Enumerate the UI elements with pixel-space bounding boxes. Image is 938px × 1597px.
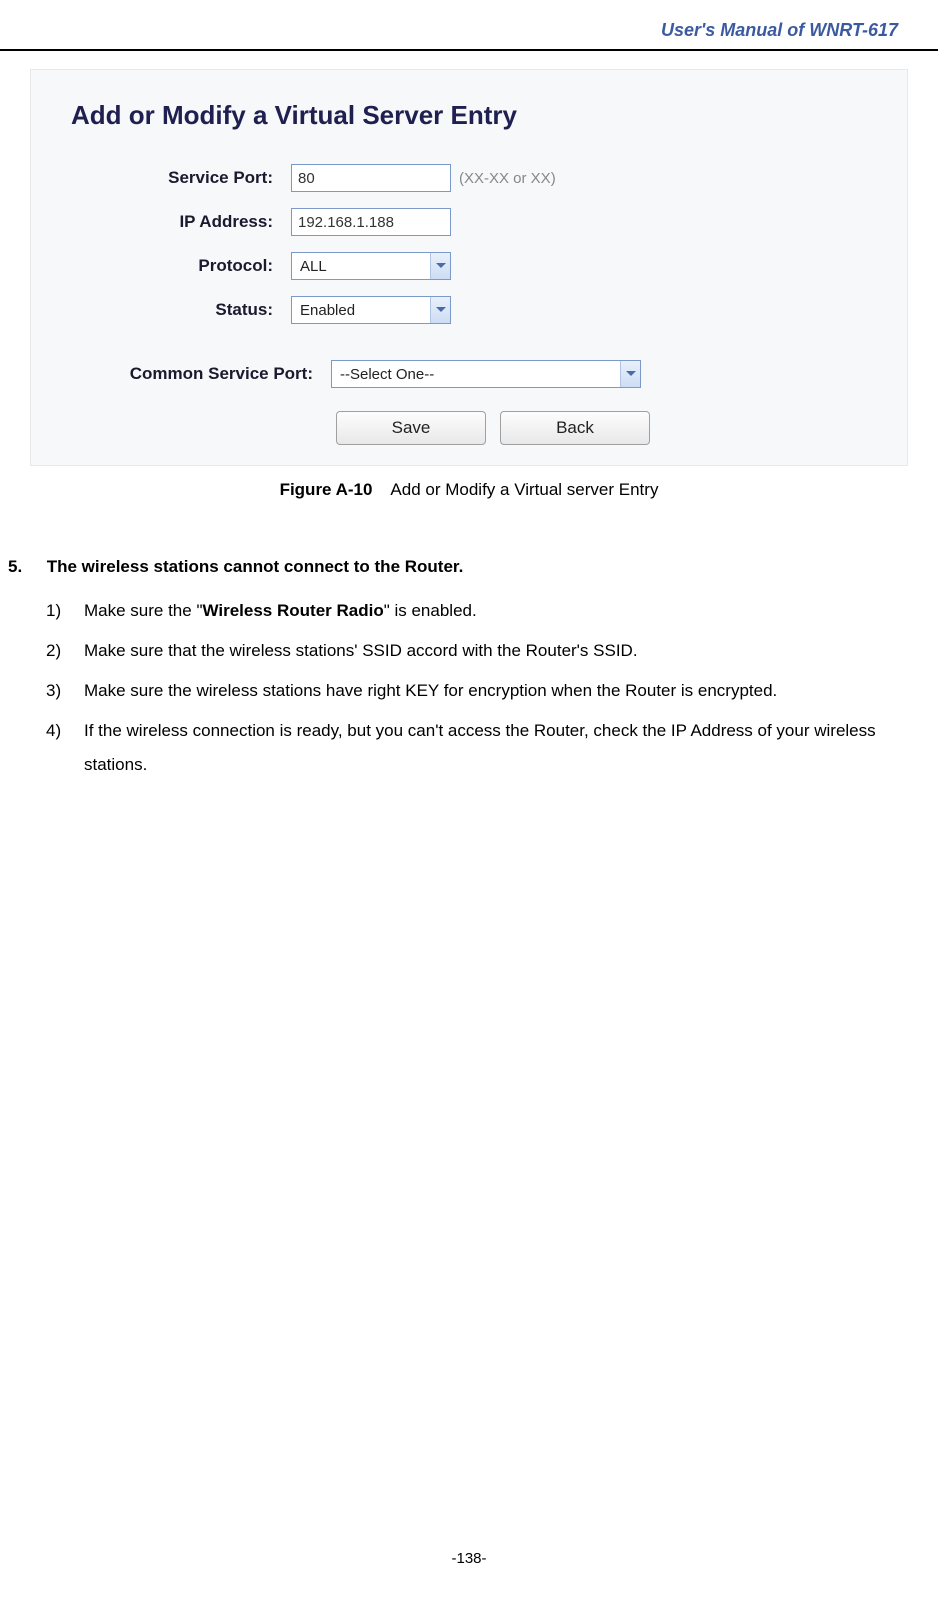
item-text: Make sure the wireless stations have rig… [84, 681, 777, 700]
back-button[interactable]: Back [500, 411, 650, 445]
page-footer: -138- [0, 1550, 938, 1567]
row-common-service-port: Common Service Port: --Select One-- [106, 355, 887, 393]
list-number: 4) [46, 714, 84, 748]
section-heading: 5. The wireless stations cannot connect … [8, 550, 930, 584]
caption-number: Figure A-10 [280, 480, 373, 499]
row-ip-address: IP Address: [106, 203, 887, 241]
back-label: Back [556, 418, 594, 438]
common-service-port-select[interactable]: --Select One-- [331, 360, 641, 388]
list-item: 3)Make sure the wireless stations have r… [46, 674, 930, 708]
body-content: 5. The wireless stations cannot connect … [0, 550, 938, 782]
list-item: 2)Make sure that the wireless stations' … [46, 634, 930, 668]
list-number: 3) [46, 674, 84, 708]
item-post: " is enabled. [384, 601, 477, 620]
protocol-select[interactable]: ALL [291, 252, 451, 280]
form-area: Service Port: (XX-XX or XX) IP Address: … [106, 159, 887, 445]
figure-heading: Add or Modify a Virtual Server Entry [71, 100, 887, 131]
list-item: 4)If the wireless connection is ready, b… [46, 714, 930, 782]
row-protocol: Protocol: ALL [106, 247, 887, 285]
status-value: Enabled [292, 302, 363, 319]
chevron-down-icon [430, 253, 450, 279]
status-select[interactable]: Enabled [291, 296, 451, 324]
caption-text: Add or Modify a Virtual server Entry [390, 480, 658, 499]
save-label: Save [392, 418, 431, 438]
chevron-down-icon [620, 361, 640, 387]
row-status: Status: Enabled [106, 291, 887, 329]
list-item: 1)Make sure the "Wireless Router Radio" … [46, 594, 930, 628]
label-ip-address: IP Address: [106, 212, 291, 232]
figure-caption: Figure A-10 Add or Modify a Virtual serv… [0, 480, 938, 500]
list-number: 2) [46, 634, 84, 668]
section-number: 5. [8, 550, 42, 584]
figure-screenshot: Add or Modify a Virtual Server Entry Ser… [30, 69, 908, 466]
ip-address-input[interactable] [291, 208, 451, 236]
spacer [106, 335, 887, 355]
item-bold: Wireless Router Radio [202, 601, 383, 620]
page-header: User's Manual of WNRT-617 [0, 0, 938, 49]
label-status: Status: [106, 300, 291, 320]
protocol-value: ALL [292, 258, 335, 275]
page-number: -138- [451, 1550, 486, 1567]
section-title: The wireless stations cannot connect to … [47, 557, 464, 576]
chevron-down-icon [430, 297, 450, 323]
item-text: Make sure that the wireless stations' SS… [84, 641, 638, 660]
service-port-hint: (XX-XX or XX) [459, 170, 556, 187]
manual-title: User's Manual of WNRT-617 [661, 20, 898, 40]
button-row: Save Back [336, 411, 887, 445]
service-port-input[interactable] [291, 164, 451, 192]
csp-value: --Select One-- [332, 366, 442, 383]
item-pre: Make sure the " [84, 601, 202, 620]
header-rule [0, 49, 938, 51]
label-common-service-port: Common Service Port: [106, 364, 331, 384]
row-service-port: Service Port: (XX-XX or XX) [106, 159, 887, 197]
item-text: If the wireless connection is ready, but… [84, 721, 876, 774]
label-service-port: Service Port: [106, 168, 291, 188]
save-button[interactable]: Save [336, 411, 486, 445]
label-protocol: Protocol: [106, 256, 291, 276]
list-number: 1) [46, 594, 84, 628]
